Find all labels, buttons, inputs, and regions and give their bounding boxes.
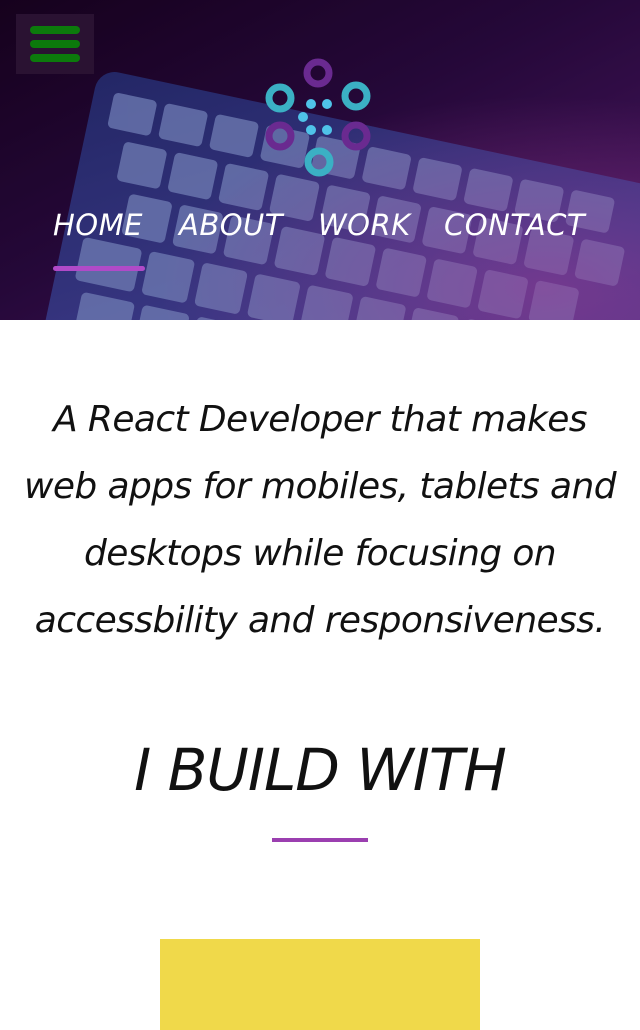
skills-heading: I BUILD WITH [134,736,507,804]
hero-header: HOME ABOUT WORK CONTACT [0,0,640,320]
skills-heading-underline [272,838,368,842]
logo-icon[interactable] [258,56,378,182]
nav-item-home[interactable]: HOME [53,208,143,242]
menu-bar-icon [30,40,80,48]
tech-card [160,939,480,1030]
menu-bar-icon [30,54,80,62]
intro-line: desktops while focusing on [83,533,557,574]
intro-line: web apps for mobiles, tablets and [24,466,617,507]
menu-bar-icon [30,26,80,34]
nav-item-about[interactable]: ABOUT [179,208,283,242]
nav-item-work[interactable]: WORK [318,208,411,242]
intro-line: A React Developer that makes [53,399,587,440]
main-nav: HOME ABOUT WORK CONTACT [0,208,640,278]
nav-item-contact[interactable]: CONTACT [444,208,585,242]
hamburger-menu-button[interactable] [16,14,94,74]
intro-line: accessbility and responsiveness. [34,600,606,641]
active-nav-indicator [53,266,145,271]
intro-text: A React Developer that makes web apps fo… [0,386,640,654]
page: HOME ABOUT WORK CONTACT A React Develope… [0,0,640,1030]
